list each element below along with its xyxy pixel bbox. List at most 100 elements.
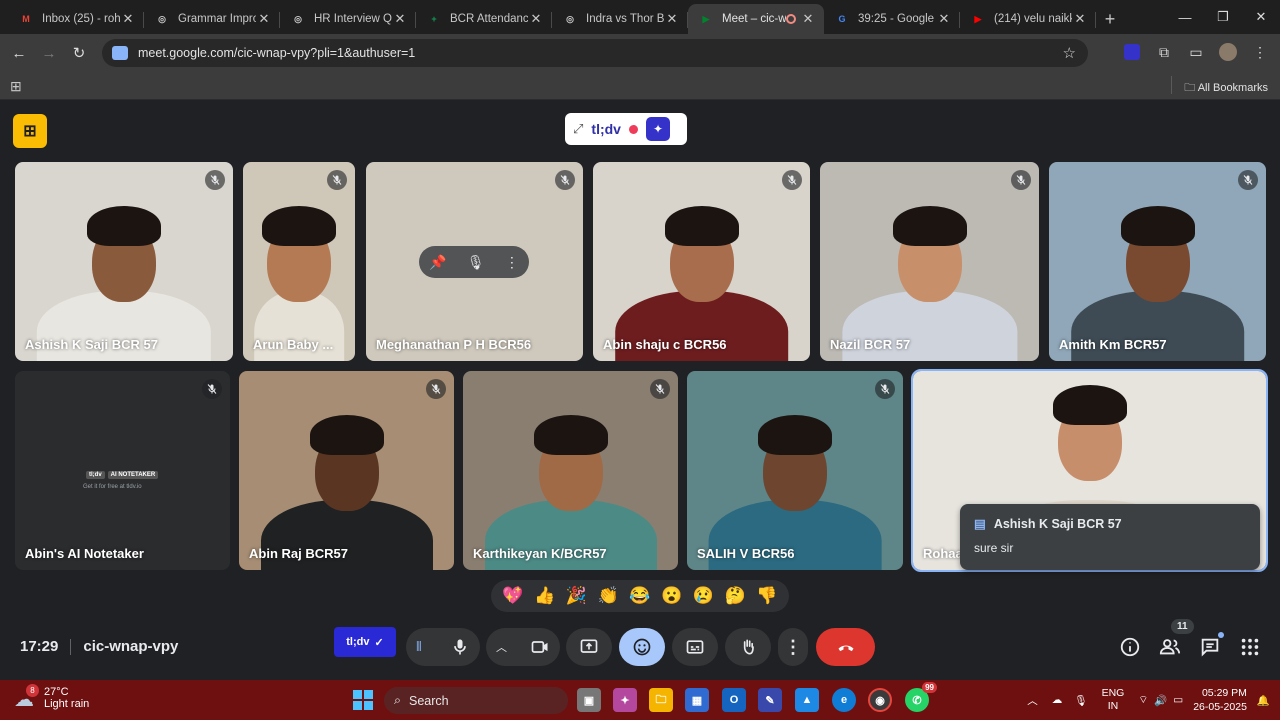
all-bookmarks-button[interactable]: 🗀 All Bookmarks [1184,79,1268,98]
task-view-icon[interactable]: ▣ [577,688,601,712]
chat-button[interactable] [1194,631,1226,663]
edge-icon[interactable]: e [832,688,856,712]
close-tab-icon[interactable]: ✕ [256,11,272,27]
close-window-button[interactable]: ✕ [1242,0,1280,34]
people-button[interactable] [1154,631,1186,663]
reaction-emoji[interactable]: 👏 [598,586,619,606]
close-tab-icon[interactable]: ✕ [664,11,680,27]
participant-tile[interactable]: Nazil BCR 57 [820,162,1039,361]
captions-button[interactable] [672,628,718,666]
mute-participant-icon[interactable]: 🎙 [467,254,485,271]
camera-icon [531,641,548,653]
file-explorer-icon[interactable]: 🗀 [649,688,673,712]
outlook-icon[interactable]: O [722,688,746,712]
windows-start-icon[interactable] [353,690,373,710]
close-tab-icon[interactable]: ✕ [800,11,816,27]
participant-tile[interactable]: Amith Km BCR57 [1049,162,1266,361]
participant-tile[interactable]: tl;dv AI NOTETAKER Get it for free at tldv… [15,371,230,570]
more-vert-icon[interactable]: ⋮ [505,254,519,271]
meet-companion-logo-icon[interactable]: ⊞ [13,114,47,148]
language-indicator[interactable]: ENG IN [1102,687,1125,713]
weather-widget[interactable]: ☁ 8 27°C Light rain [14,684,89,711]
reaction-emoji[interactable]: 👍 [534,586,555,606]
chevron-up-icon[interactable]: ︿ [496,639,507,655]
profile-avatar[interactable] [1214,38,1242,66]
forward-button[interactable]: → [34,38,64,68]
microphone-control[interactable]: ⦀ [406,628,480,666]
tldv-pin-icon[interactable]: ✦ [645,117,670,141]
browser-tab[interactable]: M Inbox (25) - rohan✕ [8,4,144,34]
microsoft-store-icon[interactable]: ▦ [685,688,709,712]
address-bar[interactable]: meet.google.com/cic-wnap-vpy?pli=1&authu… [102,39,1088,67]
clock[interactable]: 05:29 PM 26-05-2025 [1193,686,1247,714]
reactions-button[interactable] [619,628,665,666]
leave-call-button[interactable] [816,628,875,666]
chrome-icon[interactable]: ◉ [868,688,892,712]
participant-tile[interactable]: Arun Baby ... [243,162,355,361]
extension-icon[interactable] [1118,38,1146,66]
present-screen-button[interactable] [566,628,612,666]
wifi-icon[interactable]: ⌔ [1138,693,1148,707]
tldv-recording-bar[interactable]: ⤢ tl;dv ✦ [565,113,687,145]
mic-tray-icon[interactable]: 🎙 [1074,694,1087,707]
onedrive-icon[interactable]: ☁ [1052,694,1063,706]
expand-icon[interactable]: ⤢ [573,121,583,137]
back-button[interactable]: ← [4,38,34,68]
photos-icon[interactable]: ▲ [795,688,819,712]
more-options-button[interactable]: ⋮ [778,628,808,666]
browser-menu-icon[interactable]: ⋮ [1246,38,1274,66]
close-tab-icon[interactable]: ✕ [1072,11,1088,27]
participant-tile[interactable]: SALIH V BCR56 [687,371,903,570]
battery-icon[interactable]: ▭ [1173,694,1183,706]
close-tab-icon[interactable]: ✕ [392,11,408,27]
participant-tile[interactable]: 📌 🎙 ⋮ Meghanathan P H BCR56 [366,162,583,361]
extensions-puzzle-icon[interactable]: ⧉ [1150,38,1178,66]
browser-tab[interactable]: ◎ Grammar Improver✕ [144,4,280,34]
reaction-emoji[interactable]: 💖 [502,586,523,606]
minimize-button[interactable]: — [1166,0,1204,34]
participant-name: Amith Km BCR57 [1059,337,1167,352]
reaction-emoji[interactable]: 🤔 [725,586,746,606]
site-info-icon[interactable] [112,46,128,60]
tldv-label: tl;dv [591,121,621,137]
bookmark-star-icon[interactable]: ☆ [1063,44,1076,62]
apps-grid-icon[interactable]: ⊞ [10,78,22,95]
reaction-emoji[interactable]: 😂 [629,586,650,606]
new-tab-button[interactable]: + [1096,4,1124,34]
taskbar-search[interactable]: ⌕ Search [384,687,568,714]
activities-button[interactable] [1234,631,1266,663]
participant-tile[interactable]: Abin shaju c BCR56 [593,162,810,361]
reaction-emoji[interactable]: 😮 [661,586,682,606]
maximize-button[interactable]: ❐ [1204,0,1242,34]
pin-icon[interactable]: 📌 [429,254,446,271]
whatsapp-icon[interactable]: ✆ 99 [905,682,937,712]
browser-tab[interactable]: ◎ HR Interview Questions✕ [280,4,416,34]
browser-tab[interactable]: ▶ (214) velu naikken✕ [960,4,1096,34]
close-tab-icon[interactable]: ✕ [120,11,136,27]
reaction-emoji[interactable]: 😢 [693,586,714,606]
close-tab-icon[interactable]: ✕ [936,11,952,27]
notifications-icon[interactable]: 🔔 [1257,694,1270,707]
browser-tab[interactable]: G 39:25 - Google Search✕ [824,4,960,34]
raise-hand-button[interactable] [725,628,771,666]
participant-tile[interactable]: Karthikeyan K/BCR57 [463,371,678,570]
meeting-info-button[interactable] [1114,631,1146,663]
volume-icon[interactable]: 🔊 [1154,694,1167,707]
chat-message-popup[interactable]: ▤ Ashish K Saji BCR 57 sure sir [960,504,1260,570]
participant-tile[interactable]: Ashish K Saji BCR 57 [15,162,233,361]
browser-tab[interactable]: ◎ Indra vs Thor Battle✕ [552,4,688,34]
reload-button[interactable]: ↻ [64,38,94,68]
browser-tab[interactable]: + BCR Attendance Sheet✕ [416,4,552,34]
clock-date: 26-05-2025 [1193,701,1247,713]
close-tab-icon[interactable]: ✕ [528,11,544,27]
tldv-button[interactable]: tl;dv ✓ [334,627,396,657]
notepad-icon[interactable]: ✎ [758,688,782,712]
copilot-icon[interactable]: ✦ [613,688,637,712]
participant-tile[interactable]: Abin Raj BCR57 [239,371,454,570]
reaction-emoji[interactable]: 🎉 [566,586,587,606]
camera-control[interactable]: ︿ [486,628,560,666]
tray-chevron-icon[interactable]: ︿ [1027,693,1038,708]
browser-tab[interactable]: ▶ Meet – cic-wnap-vpy ✕ [688,4,824,34]
cast-icon[interactable]: ▭ [1182,38,1210,66]
reaction-emoji[interactable]: 👎 [756,586,777,606]
